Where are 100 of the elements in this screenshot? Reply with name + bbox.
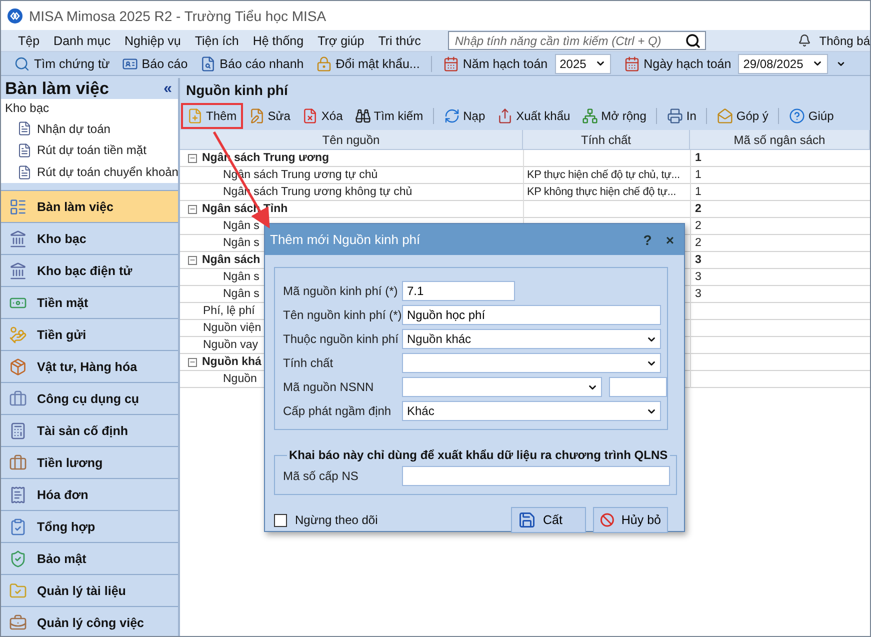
menu-item[interactable]: Nghiệp vụ (118, 30, 188, 50)
toolbar-button[interactable]: Báo cáo (116, 52, 193, 74)
receipt-icon (9, 486, 27, 504)
table-cell: 3 (695, 288, 702, 300)
help-icon (789, 108, 806, 124)
ban-icon (600, 511, 614, 529)
table-cell: KP không thực hiện chế độ tự... (527, 186, 676, 198)
toolbar-button[interactable]: Đổi mật khẩu... (310, 52, 425, 74)
edit-icon (248, 108, 265, 124)
menu-item[interactable]: Danh mục (46, 30, 118, 50)
notification-label[interactable]: Thông bá (819, 34, 870, 48)
field-label: Mã số cấp NS (283, 469, 360, 483)
save-button[interactable]: Cất (511, 507, 586, 533)
menu-item[interactable]: Trợ giúp (310, 30, 372, 50)
hand-coin-icon (9, 326, 27, 344)
card-icon (122, 56, 138, 72)
search-icon (14, 56, 30, 72)
collapse-icon[interactable] (188, 204, 197, 214)
collapse-icon[interactable] (188, 256, 197, 264)
window-title: MISA Mimosa 2025 R2 - Trường Tiểu học MISA (29, 8, 326, 24)
text-field[interactable] (402, 466, 670, 486)
column-header[interactable]: Tính chất (523, 130, 690, 150)
toolbar-label[interactable]: Năm hạch toán (438, 52, 553, 74)
app-logo-icon (7, 8, 23, 24)
column-header[interactable]: Tên nguồn (180, 130, 523, 150)
hierarchy-icon (582, 108, 598, 124)
panel-title: Nguồn kinh phí (186, 82, 288, 98)
briefcase-icon (9, 614, 27, 632)
text-field[interactable]: 7.1 (402, 281, 515, 301)
toolbar-button[interactable]: Tìm chứng từ (9, 52, 115, 74)
tree-item[interactable]: Rút dự toán chuyển khoản (37, 165, 178, 180)
column-header[interactable]: Mã số ngân sách (690, 130, 870, 150)
table-cell: Ngân s (223, 220, 260, 232)
toolbar-button[interactable]: Báo cáo nhanh (194, 52, 309, 74)
menu-item[interactable]: Hệ thống (246, 30, 311, 50)
table-cell: 2 (695, 203, 702, 215)
group-legend: Khai báo này chỉ dùng để xuất khẩu dữ liệu ra chương trình QLNS (287, 448, 670, 462)
toolbar-button[interactable]: Sửa (242, 103, 296, 129)
table-cell: 3 (695, 271, 702, 283)
collapse-icon[interactable] (188, 154, 197, 162)
bank-icon (9, 230, 27, 248)
menu-item[interactable]: Tri thức (371, 30, 428, 50)
search-icon (684, 32, 701, 48)
toolbar-button[interactable]: Thêm (181, 103, 243, 129)
shield-icon (9, 550, 27, 568)
tree-group-label: Kho bạc (5, 101, 50, 117)
field-label: Thuộc nguồn kinh phí (283, 332, 400, 346)
menu-item[interactable]: Tiện ích (188, 30, 246, 50)
delete-icon (302, 108, 318, 124)
toolbar-button[interactable]: Mở rộng (576, 103, 652, 129)
sidebar-title: Bàn làm việc (5, 78, 109, 98)
collapse-button[interactable]: « (164, 80, 172, 97)
table-cell: Phí, lệ phí (203, 305, 255, 317)
toolbar-button[interactable]: Nạp (438, 103, 492, 129)
dropdown[interactable]: Nguồn khác (402, 329, 661, 349)
toolbar-button[interactable]: Giúp (783, 103, 840, 129)
toolbar-button[interactable]: In (661, 103, 702, 129)
bell-icon[interactable] (798, 34, 812, 47)
checklist-icon (9, 518, 27, 536)
calendar-icon (624, 56, 640, 72)
help-button[interactable]: ? (641, 232, 654, 248)
document-search-icon (200, 56, 216, 72)
briefcase-icon (9, 454, 27, 472)
export-icon (497, 108, 514, 124)
tree-item[interactable]: Rút dự toán tiền mặt (37, 143, 146, 158)
close-button[interactable]: × (664, 232, 676, 248)
folder-icon (9, 582, 27, 600)
toolbar-button[interactable]: Xóa (296, 103, 349, 129)
add-document-icon (187, 108, 203, 124)
table-cell: 3 (695, 254, 702, 266)
table-cell: 2 (695, 237, 702, 249)
refresh-icon (444, 108, 460, 124)
table-cell: 2 (695, 220, 702, 232)
text-field[interactable] (609, 377, 667, 397)
table-cell: 1 (695, 152, 702, 164)
table-cell: KP thực hiện chế độ tự chủ, tự... (527, 169, 680, 181)
dropdown[interactable]: 2025 (554, 54, 611, 74)
collapse-icon[interactable] (188, 358, 197, 366)
table-cell: 1 (695, 169, 702, 181)
nav-item[interactable]: Bàn làm việc (1, 190, 178, 222)
document-icon (17, 164, 32, 180)
toolbar-button[interactable]: Tìm kiếm (348, 103, 430, 129)
table-cell: Ngân s (223, 288, 260, 300)
toolbar-button[interactable]: Góp ý (711, 103, 774, 129)
field-label: Cấp phát ngầm định (283, 404, 392, 418)
field-label: Mã nguồn kinh phí (*) (283, 284, 399, 298)
text-field[interactable]: Nguồn học phí (402, 305, 661, 325)
table-cell: Nguồn khá (202, 356, 262, 368)
table-cell: Nguồn (223, 373, 257, 385)
field-label: Tính chất (283, 356, 334, 370)
tree-item[interactable]: Nhận dự toán (37, 122, 110, 136)
cancel-button[interactable]: Hủy bỏ (593, 507, 668, 533)
table-cell: Nguồn vay (203, 339, 258, 351)
dropdown[interactable]: 29/08/2025 (738, 54, 828, 74)
toolbar-label[interactable]: Ngày hạch toán (618, 52, 736, 74)
toolbar-button[interactable]: Xuất khẩu (491, 103, 576, 129)
dropdown[interactable]: Khác (402, 401, 661, 421)
search-field[interactable]: Nhập tính năng cần tìm kiếm (Ctrl + Q) (448, 31, 706, 50)
menu-item[interactable]: Tệp (11, 30, 47, 50)
checkbox[interactable] (274, 514, 287, 526)
